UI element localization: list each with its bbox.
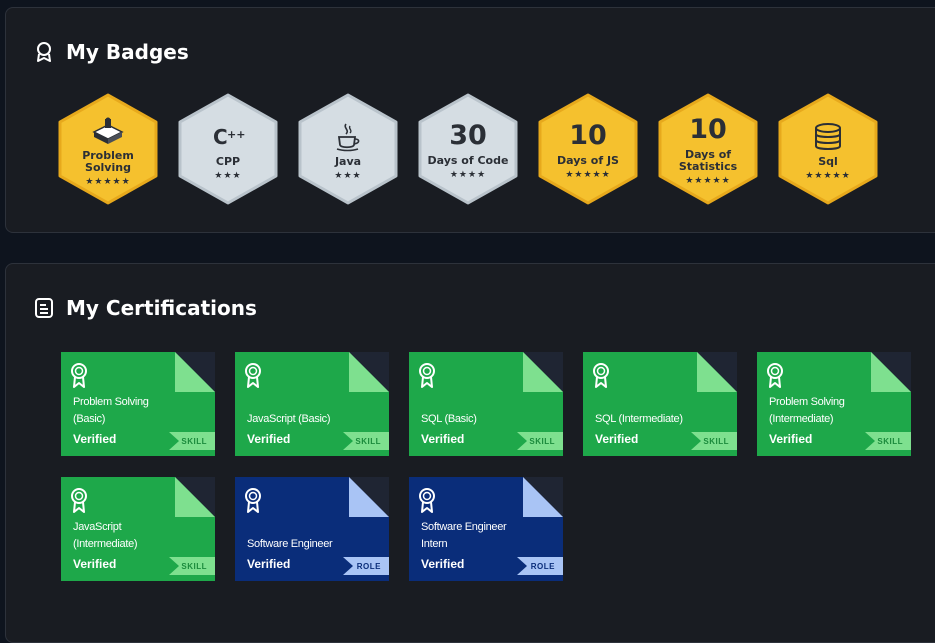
badge-stars: ★★★ [214,170,242,180]
badge-days-of-statistics[interactable]: 10 Days of Statistics ★★★★★ [656,93,760,205]
award-ribbon-icon [245,363,261,388]
badge-days-of-code[interactable]: 30 Days of Code ★★★★ [416,93,520,205]
problem-solving-icon [91,116,125,146]
award-ribbon-icon [419,363,435,388]
certificate-type-tag: SKILL [691,432,737,450]
page-fold-icon [697,352,737,392]
badge-number: 10 [689,114,727,145]
certificate-title: Software Engineer [247,538,333,550]
page-fold-icon [349,352,389,392]
badge-number: 30 [449,120,487,151]
badge-label: Sql [818,155,838,168]
certificate-card[interactable]: Software Engineer Verified ROLE [235,477,389,581]
award-ribbon-icon [767,363,783,388]
verified-label: Verified [73,432,117,446]
certificate-title: JavaScript (Basic) [247,413,331,425]
certificate-card[interactable]: JavaScript (Basic) Verified SKILL [235,352,389,456]
award-ribbon-icon [71,488,87,513]
badge-java[interactable]: Java ★★★ [296,93,400,205]
badge-stars: ★★★★★ [685,175,731,185]
badge-label: Days of Statistics [678,148,738,173]
badge-stars: ★★★ [334,170,362,180]
certificate-type-tag: ROLE [343,557,389,575]
page-fold-icon [871,352,911,392]
badge-label: Days of JS [557,154,619,167]
certificate-card[interactable]: JavaScript (Intermediate) Verified SKILL [61,477,215,581]
badge-label: Java [334,155,362,168]
certificate-card[interactable]: Problem Solving (Intermediate) Verified SK… [757,352,911,456]
page-fold-icon [349,477,389,517]
badge-label: Days of Code [427,154,509,167]
award-ribbon-icon [419,488,435,513]
page-fold-icon [175,477,215,517]
award-ribbon-icon [71,363,87,388]
certificate-title: JavaScript (Intermediate) [73,521,138,550]
badges-header: My Badges [34,40,189,64]
certificate-title: Problem Solving (Basic) [73,396,149,425]
certificate-type-tag: SKILL [517,432,563,450]
badge-sql[interactable]: Sql ★★★★★ [776,93,880,205]
certificate-card[interactable]: Software Engineer Intern Verified ROLE [409,477,563,581]
certificate-card[interactable]: SQL (Intermediate) Verified SKILL [583,352,737,456]
certificate-type-tag: SKILL [865,432,911,450]
certificate-title: Software Engineer Intern [421,521,507,550]
badge-stars: ★★★★★ [85,176,131,186]
page-fold-icon [523,352,563,392]
certificate-card[interactable]: SQL (Basic) Verified SKILL [409,352,563,456]
verified-label: Verified [769,432,813,446]
cpp-icon: C ++ [211,122,245,152]
java-icon [334,122,362,152]
certifications-header: My Certifications [34,296,257,320]
badge-stars: ★★★★ [449,169,487,179]
certificate-title: SQL (Basic) [421,413,477,425]
page-fold-icon [175,352,215,392]
verified-label: Verified [421,557,465,571]
verified-label: Verified [247,557,291,571]
certificate-type-tag: SKILL [169,557,215,575]
database-icon [813,122,843,152]
badge-cpp[interactable]: C ++ CPP ★★★ [176,93,280,205]
svg-text:C: C [213,125,228,149]
badge-label: Problem Solving [82,149,134,174]
certificate-title: Problem Solving (Intermediate) [769,396,845,425]
verified-label: Verified [247,432,291,446]
badge-stars: ★★★★★ [565,169,611,179]
award-ribbon-icon [593,363,609,388]
badge-ribbon-icon [34,41,54,63]
badge-days-of-js[interactable]: 10 Days of JS ★★★★★ [536,93,640,205]
verified-label: Verified [595,432,639,446]
page-fold-icon [523,477,563,517]
award-ribbon-icon [245,488,261,513]
certificate-type-tag: SKILL [343,432,389,450]
badge-number: 10 [569,120,607,151]
badge-stars: ★★★★★ [805,170,851,180]
certificate-type-tag: ROLE [517,557,563,575]
certificate-type-tag: SKILL [169,432,215,450]
badges-panel: My Badges Problem Solving ★★★★★ C ++ CPP … [5,7,935,233]
verified-label: Verified [73,557,117,571]
badge-label: CPP [215,155,241,168]
verified-label: Verified [421,432,465,446]
certificate-title: SQL (Intermediate) [595,413,683,425]
certificate-card[interactable]: Problem Solving (Basic) Verified SKILL [61,352,215,456]
certificate-document-icon [34,297,54,319]
badge-problem-solving[interactable]: Problem Solving ★★★★★ [56,93,160,205]
certifications-title: My Certifications [66,296,257,320]
svg-text:++: ++ [227,128,245,141]
badges-title: My Badges [66,40,189,64]
